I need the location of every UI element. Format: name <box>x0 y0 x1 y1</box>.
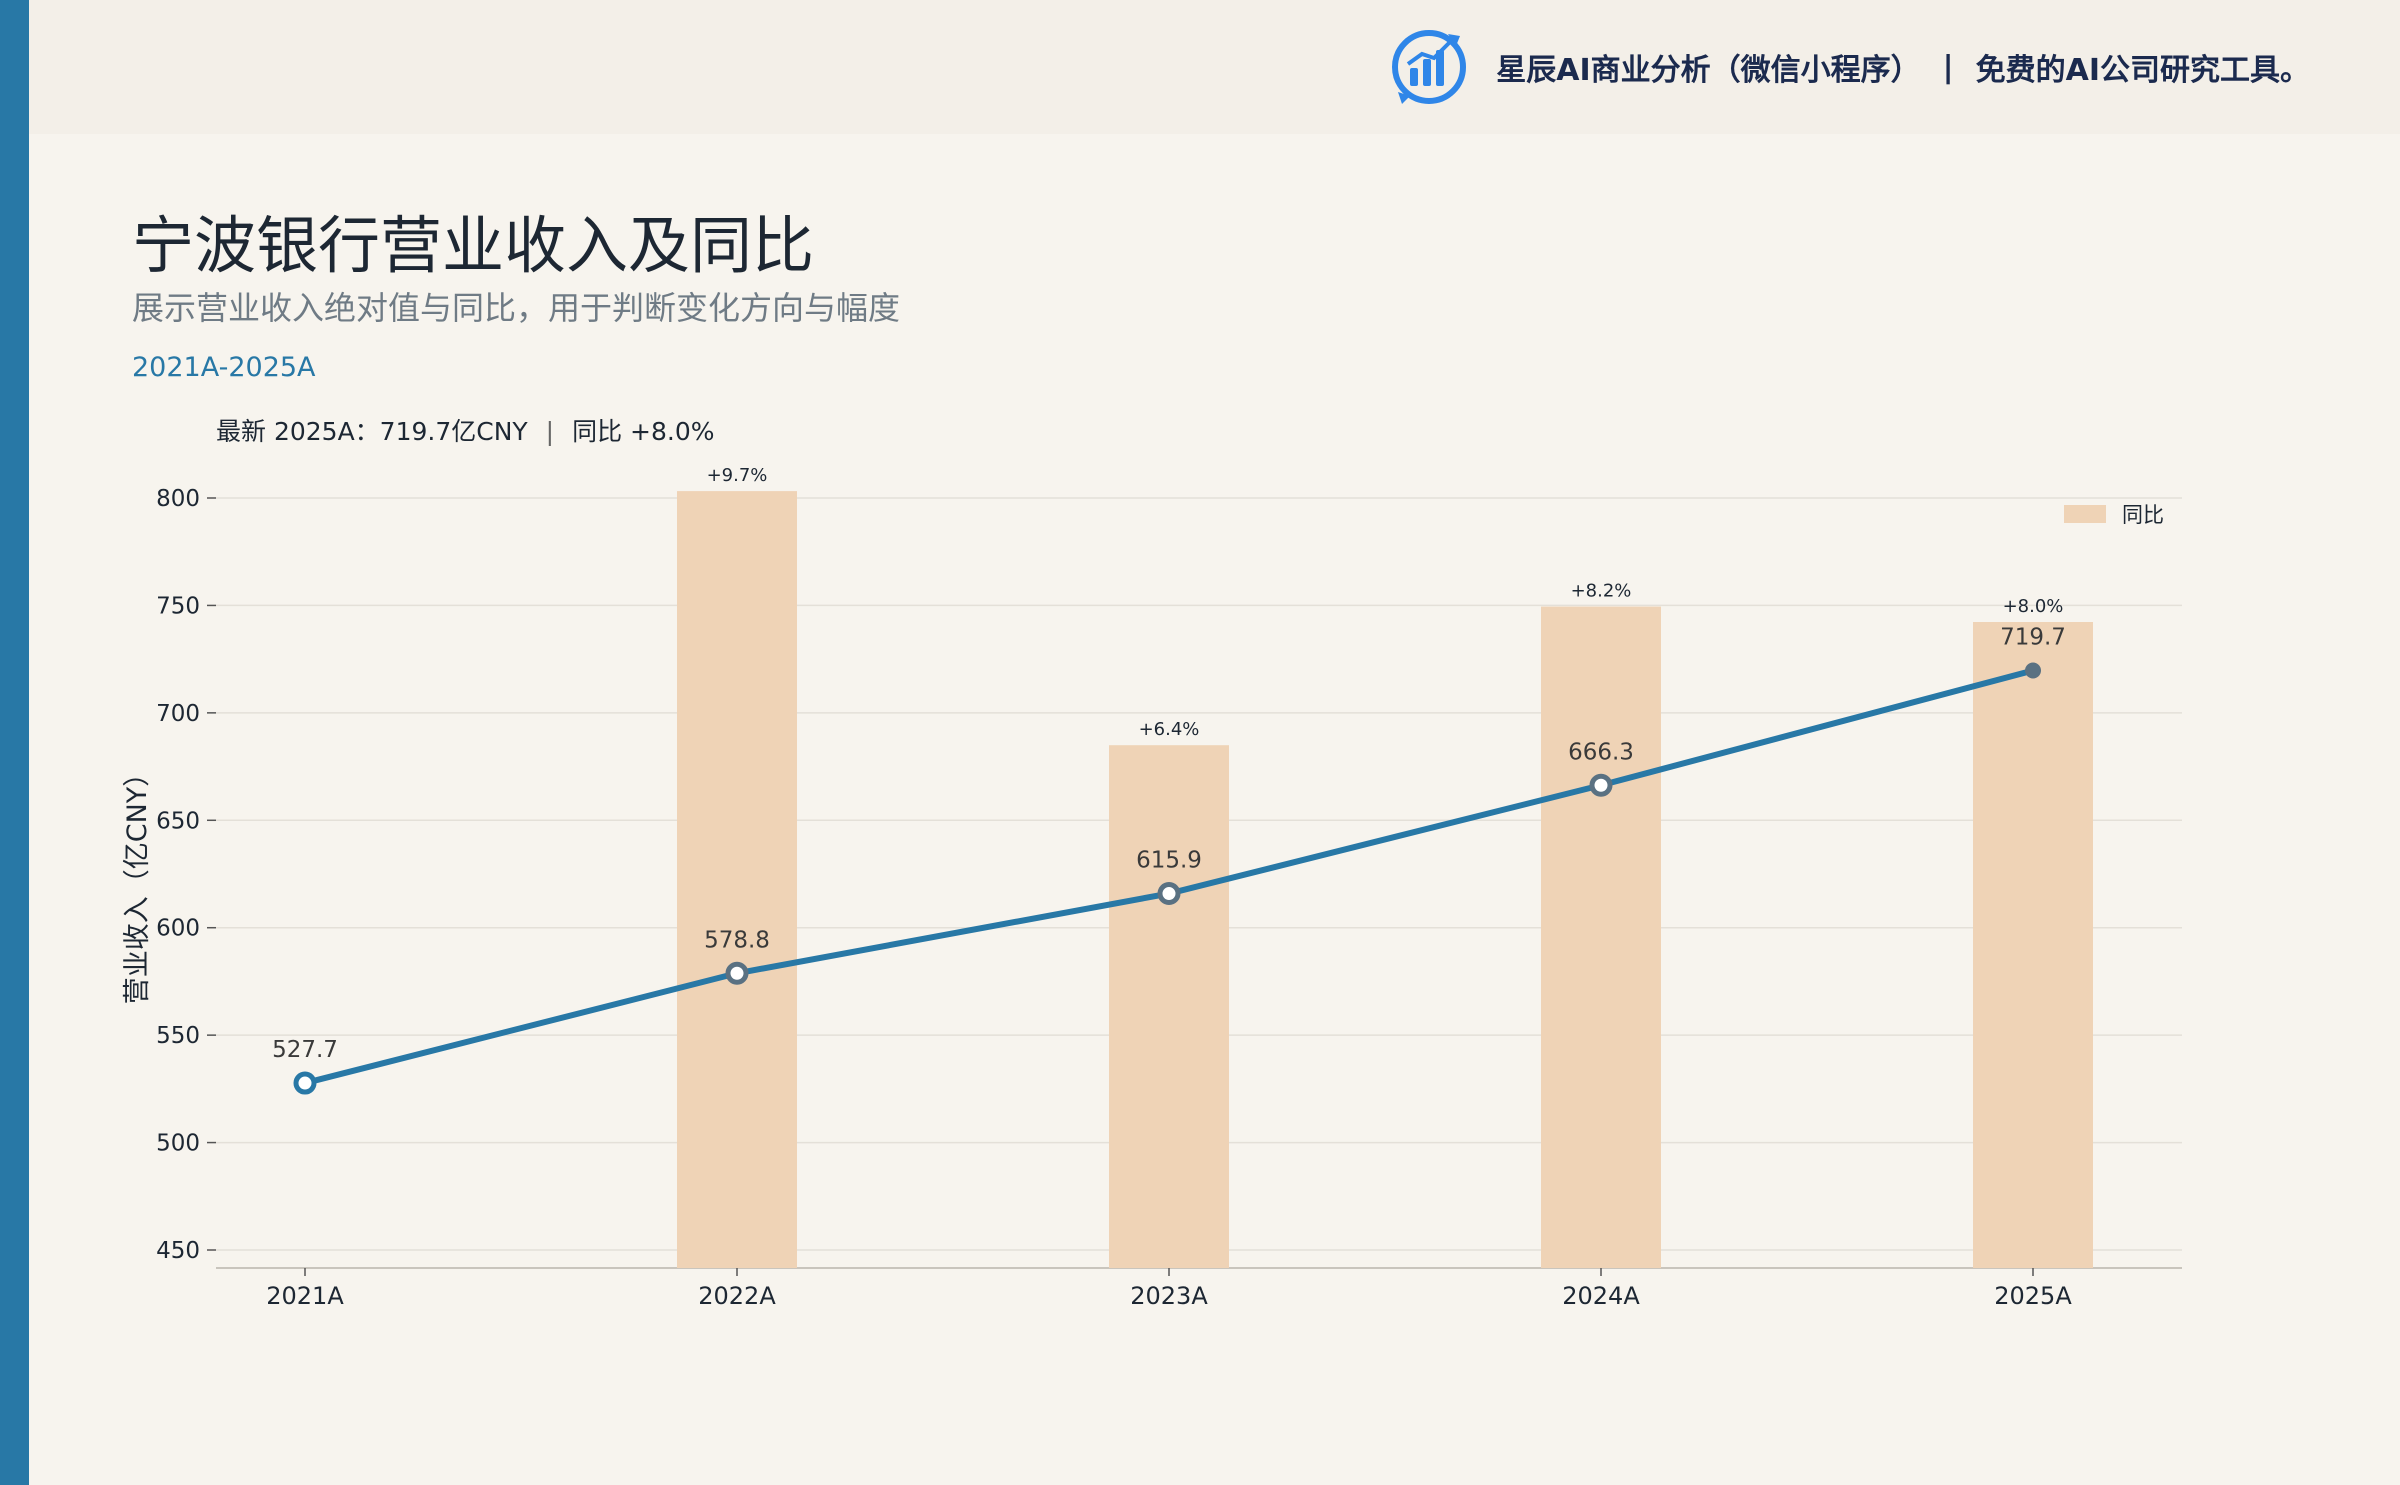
x-tick-label: 2021A <box>266 1282 344 1310</box>
yoy-bar <box>677 491 797 1269</box>
x-tick-label: 2022A <box>698 1282 776 1310</box>
x-tick-label: 2025A <box>1994 1282 2072 1310</box>
x-tick-label: 2024A <box>1562 1282 1640 1310</box>
yoy-bar <box>1973 622 2093 1268</box>
y-axis-label: 营业收入（亿CNY） <box>122 760 153 1005</box>
legend-label-yoy: 同比 <box>2122 503 2164 527</box>
y-tick-label: 650 <box>156 808 200 834</box>
x-tick-label: 2023A <box>1130 1282 1208 1310</box>
y-tick-label: 550 <box>156 1023 200 1049</box>
revenue-data-label: 719.7 <box>2000 625 2066 651</box>
y-tick-label: 450 <box>156 1238 200 1264</box>
revenue-point <box>293 1071 317 1095</box>
revenue-data-label: 527.7 <box>272 1037 338 1063</box>
y-tick-label: 800 <box>156 486 200 512</box>
legend-swatch-yoy <box>2064 505 2106 523</box>
revenue-point <box>2025 662 2041 679</box>
revenue-chart: 450 500 550 600 650 700 750 800 营业收入（亿CNY） +9.7% +… <box>122 465 2182 1310</box>
yoy-bar <box>1541 606 1661 1268</box>
revenue-data-label: 666.3 <box>1568 739 1634 765</box>
y-tick-label: 700 <box>156 701 200 727</box>
yoy-bar-label: +9.7% <box>707 465 768 486</box>
yoy-bar-label: +6.4% <box>1139 719 1200 740</box>
yoy-bar-label: +8.0% <box>2003 596 2064 617</box>
y-tick-label: 600 <box>156 916 200 942</box>
yoy-bar <box>1109 745 1229 1268</box>
yoy-bar-label: +8.2% <box>1571 581 1632 602</box>
y-tick-label: 750 <box>156 593 200 619</box>
revenue-data-label: 578.8 <box>704 927 770 953</box>
revenue-point <box>1157 882 1181 906</box>
revenue-point <box>1589 773 1613 797</box>
y-tick-label: 500 <box>156 1131 200 1157</box>
revenue-data-label: 615.9 <box>1136 848 1202 874</box>
revenue-point <box>725 961 749 985</box>
